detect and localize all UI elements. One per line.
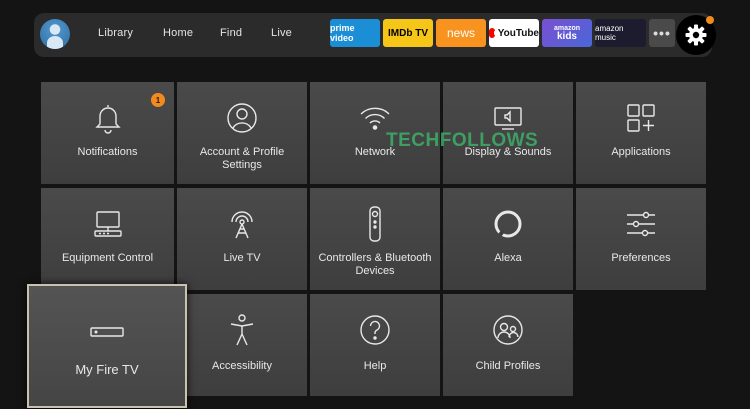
sliders-icon <box>625 208 657 240</box>
tile-help[interactable]: Help <box>310 294 440 396</box>
tile-label: Display & Sounds <box>464 146 552 158</box>
tile-label: Alexa <box>494 252 522 264</box>
app-imdb-tv[interactable]: IMDb TV <box>383 19 433 47</box>
tile-alexa[interactable]: Alexa <box>443 188 573 290</box>
nav-home[interactable]: Home <box>163 27 193 39</box>
tile-child-profiles[interactable]: Child Profiles <box>443 294 573 396</box>
apps-grid-icon <box>625 102 657 134</box>
child-profiles-icon <box>492 314 524 346</box>
person-icon <box>226 102 258 134</box>
tile-live-tv[interactable]: Live TV <box>177 188 307 290</box>
nav-find[interactable]: Find <box>220 27 242 39</box>
tile-label: Help <box>363 360 387 372</box>
profile-avatar[interactable] <box>40 19 70 49</box>
notification-count-badge: 1 <box>151 93 165 107</box>
tile-controllers-bluetooth[interactable]: Controllers & Bluetooth Devices <box>310 188 440 290</box>
tile-account-profile-settings[interactable]: Account & Profile Settings <box>177 82 307 184</box>
app-amazon-music[interactable]: amazon music <box>595 19 646 47</box>
nav-live[interactable]: Live <box>271 27 292 39</box>
tile-label: Preferences <box>611 252 671 264</box>
app-prime-video[interactable]: prime video <box>330 19 380 47</box>
tile-notifications[interactable]: 1 Notifications <box>41 82 174 184</box>
fire-tv-device-icon <box>87 316 127 348</box>
youtube-play-icon <box>489 28 499 38</box>
nav-library[interactable]: Library <box>98 27 133 39</box>
kids-label: kids <box>556 31 577 42</box>
tile-label: My Fire TV <box>75 362 139 377</box>
tile-label: Applications <box>611 146 671 158</box>
computer-icon <box>92 208 124 240</box>
help-icon <box>359 314 391 346</box>
tile-label: Accessibility <box>212 360 272 372</box>
tile-equipment-control[interactable]: Equipment Control <box>41 188 174 290</box>
alexa-ring-icon <box>492 208 524 240</box>
app-news[interactable]: news <box>436 19 486 47</box>
tile-accessibility[interactable]: Accessibility <box>177 294 307 396</box>
tile-label: Notifications <box>77 146 138 158</box>
settings-notification-dot <box>706 16 714 24</box>
tile-label: Account & Profile Settings <box>199 146 285 171</box>
wifi-icon <box>359 102 391 134</box>
tile-network[interactable]: Network <box>310 82 440 184</box>
tile-display-sounds[interactable]: Display & Sounds <box>443 82 573 184</box>
tile-label: Equipment Control <box>61 252 154 264</box>
display-icon <box>492 102 524 134</box>
tile-applications[interactable]: Applications <box>576 82 706 184</box>
tile-label: Child Profiles <box>475 360 541 372</box>
app-youtube[interactable]: YouTube <box>489 19 539 47</box>
settings-button[interactable] <box>676 15 716 55</box>
remote-icon <box>359 206 391 242</box>
tile-label: Network <box>354 146 396 158</box>
top-navigation-bar: Library Home Find Live prime video IMDb … <box>34 13 716 57</box>
more-apps-button[interactable]: ••• <box>649 19 675 47</box>
antenna-icon <box>226 208 258 240</box>
tile-label: Live TV <box>223 252 261 264</box>
accessibility-icon <box>226 314 258 346</box>
tile-my-fire-tv[interactable]: My Fire TV <box>27 284 187 408</box>
tile-preferences[interactable]: Preferences <box>576 188 706 290</box>
gear-icon <box>685 24 707 46</box>
app-amazon-kids[interactable]: amazon kids <box>542 19 592 47</box>
youtube-label: YouTube <box>497 27 539 39</box>
tile-label: Controllers & Bluetooth Devices <box>318 252 432 277</box>
bell-icon <box>92 102 124 134</box>
